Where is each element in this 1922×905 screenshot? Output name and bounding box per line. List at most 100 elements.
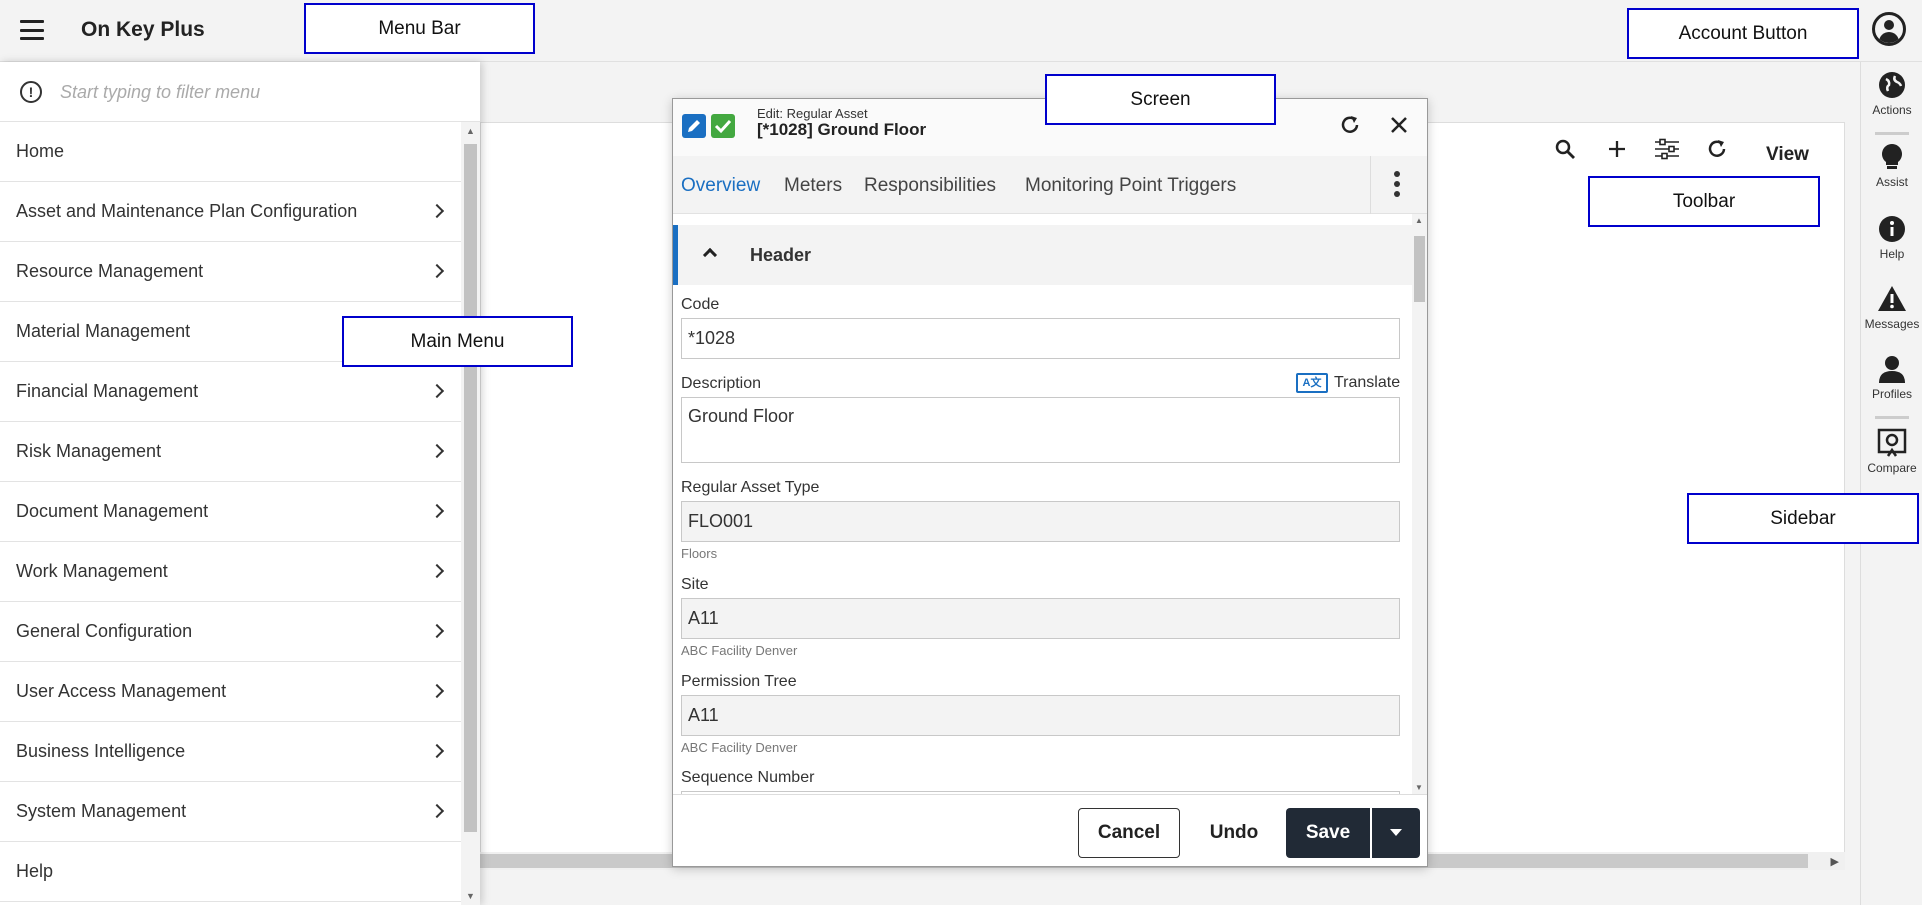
tab-monitoring-point-triggers[interactable]: Monitoring Point Triggers: [1025, 175, 1236, 197]
more-options-icon[interactable]: [1393, 171, 1401, 201]
scroll-up-arrow-icon[interactable]: ▲: [1415, 216, 1423, 225]
menu-item-work-management[interactable]: Work Management: [0, 542, 461, 602]
tab-overview[interactable]: Overview: [681, 175, 760, 197]
save-options-button[interactable]: [1372, 808, 1420, 858]
scroll-down-arrow-icon[interactable]: ▼: [1415, 783, 1423, 792]
translate-button[interactable]: A文 Translate: [1296, 373, 1400, 393]
menu-item-label: Help: [16, 861, 54, 881]
menu-item-label: Risk Management: [16, 441, 162, 461]
chevron-right-icon: [429, 503, 445, 519]
section-title: Header: [750, 245, 812, 265]
dialog-title: [*1028] Ground Floor: [757, 120, 927, 139]
sidebar-label: Assist: [1875, 175, 1908, 189]
section-header[interactable]: Header: [673, 225, 1412, 285]
callout-menu-bar: Menu Bar: [304, 3, 535, 54]
callout-main-menu: Main Menu: [342, 316, 573, 367]
menu-item-asset-maintenance[interactable]: Asset and Maintenance Plan Configuration: [0, 182, 461, 242]
form-scrollbar[interactable]: ▲ ▼: [1412, 214, 1427, 794]
undo-button[interactable]: Undo: [1202, 808, 1266, 858]
menu-scrollbar[interactable]: ▲ ▼: [461, 122, 480, 905]
sidebar-item-compare[interactable]: Compare: [1861, 428, 1922, 475]
translate-icon: A文: [1296, 373, 1328, 393]
menu-item-business-intelligence[interactable]: Business Intelligence: [0, 722, 461, 782]
close-icon[interactable]: [1388, 114, 1410, 136]
chevron-right-icon: [429, 563, 445, 579]
refresh-icon[interactable]: [1339, 114, 1361, 136]
cancel-button[interactable]: Cancel: [1078, 808, 1180, 858]
globe-icon: [1879, 72, 1905, 98]
menu-item-label: Resource Management: [16, 261, 204, 281]
sidebar-label: Messages: [1864, 317, 1920, 331]
menu-item-home[interactable]: Home: [0, 122, 461, 182]
menu-item-financial-management[interactable]: Financial Management: [0, 362, 461, 422]
permission-tree-field[interactable]: [681, 695, 1400, 736]
account-icon-body: [1879, 32, 1899, 43]
menu-item-user-access-management[interactable]: User Access Management: [0, 662, 461, 722]
main-menu: ! Home Asset and Maintenance Plan Config…: [0, 62, 480, 905]
site-hint: ABC Facility Denver: [681, 643, 798, 658]
tab-responsibilities[interactable]: Responsibilities: [864, 175, 996, 197]
menu-item-label: Document Management: [16, 501, 209, 521]
scroll-down-arrow-icon[interactable]: ▼: [466, 891, 475, 901]
search-icon[interactable]: [1554, 138, 1576, 160]
menu-item-system-management[interactable]: System Management: [0, 782, 461, 842]
filter-settings-icon[interactable]: [1654, 138, 1680, 160]
scrollbar-thumb[interactable]: [1414, 236, 1425, 302]
scrollbar-thumb[interactable]: [464, 144, 477, 832]
hamburger-menu-icon[interactable]: [20, 20, 44, 40]
chevron-right-icon: [429, 443, 445, 459]
chevron-right-icon: [429, 623, 445, 639]
menu-item-general-configuration[interactable]: General Configuration: [0, 602, 461, 662]
code-field[interactable]: [681, 318, 1400, 359]
scroll-right-arrow-icon[interactable]: ▶: [1831, 855, 1839, 868]
dialog-subtitle: Edit: Regular Asset: [757, 106, 868, 121]
sidebar-divider: [1875, 416, 1909, 419]
add-icon[interactable]: [1606, 138, 1628, 160]
save-button[interactable]: Save: [1286, 808, 1370, 858]
sidebar-item-messages[interactable]: Messages: [1861, 284, 1922, 331]
scroll-up-arrow-icon[interactable]: ▲: [466, 126, 475, 136]
sidebar-item-actions[interactable]: Actions: [1861, 70, 1922, 117]
menu-item-resource-management[interactable]: Resource Management: [0, 242, 461, 302]
person-icon: [1879, 356, 1905, 383]
asset-type-field[interactable]: [681, 501, 1400, 542]
menu-item-document-management[interactable]: Document Management: [0, 482, 461, 542]
sidebar-label: Profiles: [1871, 387, 1912, 401]
chevron-up-icon: [702, 247, 718, 263]
menu-filter: !: [0, 62, 480, 122]
edit-asset-dialog: Edit: Regular Asset [*1028] Ground Floor…: [672, 98, 1428, 867]
permission-tree-label: Permission Tree: [681, 673, 797, 690]
sidebar-item-profiles[interactable]: Profiles: [1861, 354, 1922, 401]
chevron-right-icon: [429, 683, 445, 699]
translate-label: Translate: [1334, 374, 1401, 391]
dialog-footer: Cancel Undo Save: [673, 794, 1427, 866]
code-label: Code: [681, 296, 720, 313]
chevron-right-icon: [429, 743, 445, 759]
menu-item-label: Business Intelligence: [16, 741, 186, 761]
sidebar-divider: [1875, 132, 1909, 135]
description-field[interactable]: Ground Floor: [681, 397, 1400, 463]
refresh-icon[interactable]: [1706, 138, 1728, 160]
chevron-right-icon: [429, 263, 445, 279]
menu-item-label: Material Management: [16, 321, 191, 341]
pencil-icon: [682, 114, 706, 138]
menu-filter-input[interactable]: [60, 76, 460, 108]
callout-toolbar: Toolbar: [1588, 176, 1820, 227]
lightbulb-icon: [1882, 144, 1902, 169]
menu-item-help[interactable]: Help: [0, 842, 461, 902]
view-button[interactable]: View: [1766, 144, 1809, 166]
account-button[interactable]: [1872, 12, 1906, 46]
callout-screen: Screen: [1045, 74, 1276, 125]
menu-item-risk-management[interactable]: Risk Management: [0, 422, 461, 482]
sidebar-item-assist[interactable]: Assist: [1861, 142, 1922, 189]
callout-account-button: Account Button: [1627, 8, 1859, 59]
tab-meters[interactable]: Meters: [784, 175, 842, 197]
sidebar-item-help[interactable]: Help: [1861, 214, 1922, 261]
callout-sidebar: Sidebar: [1687, 493, 1919, 544]
menu-item-label: Home: [16, 141, 65, 161]
sidebar-label: Compare: [1867, 461, 1917, 475]
compare-icon: [1877, 428, 1907, 457]
exclamation-circle-icon: !: [20, 81, 42, 103]
site-field[interactable]: [681, 598, 1400, 639]
caret-down-icon: [1390, 829, 1402, 836]
